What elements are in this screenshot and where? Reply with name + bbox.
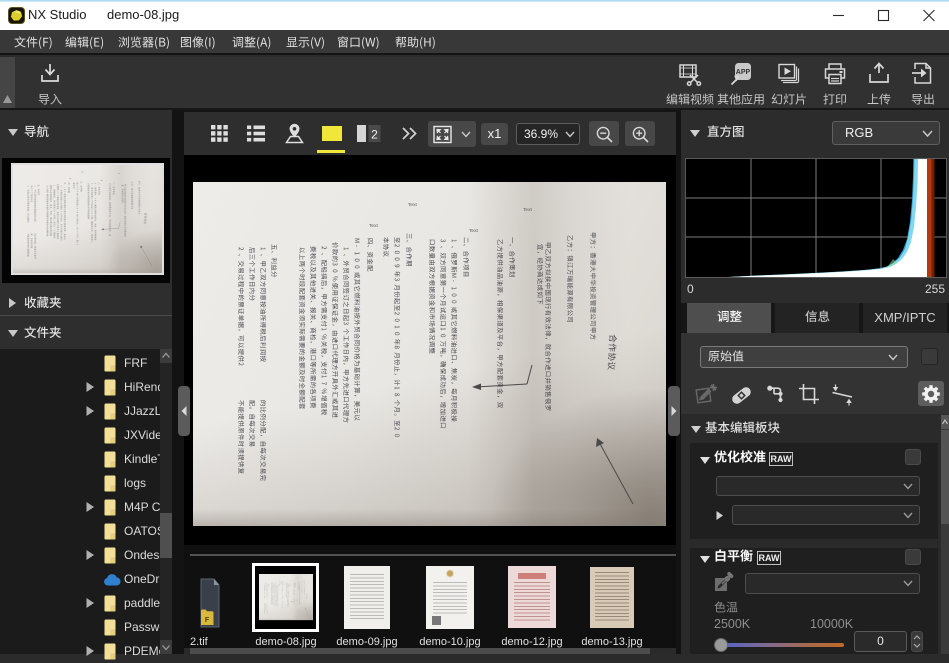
svg-text:2: 2 [371,128,378,142]
svg-text:APP: APP [736,69,751,76]
svg-text:F: F [205,617,210,624]
